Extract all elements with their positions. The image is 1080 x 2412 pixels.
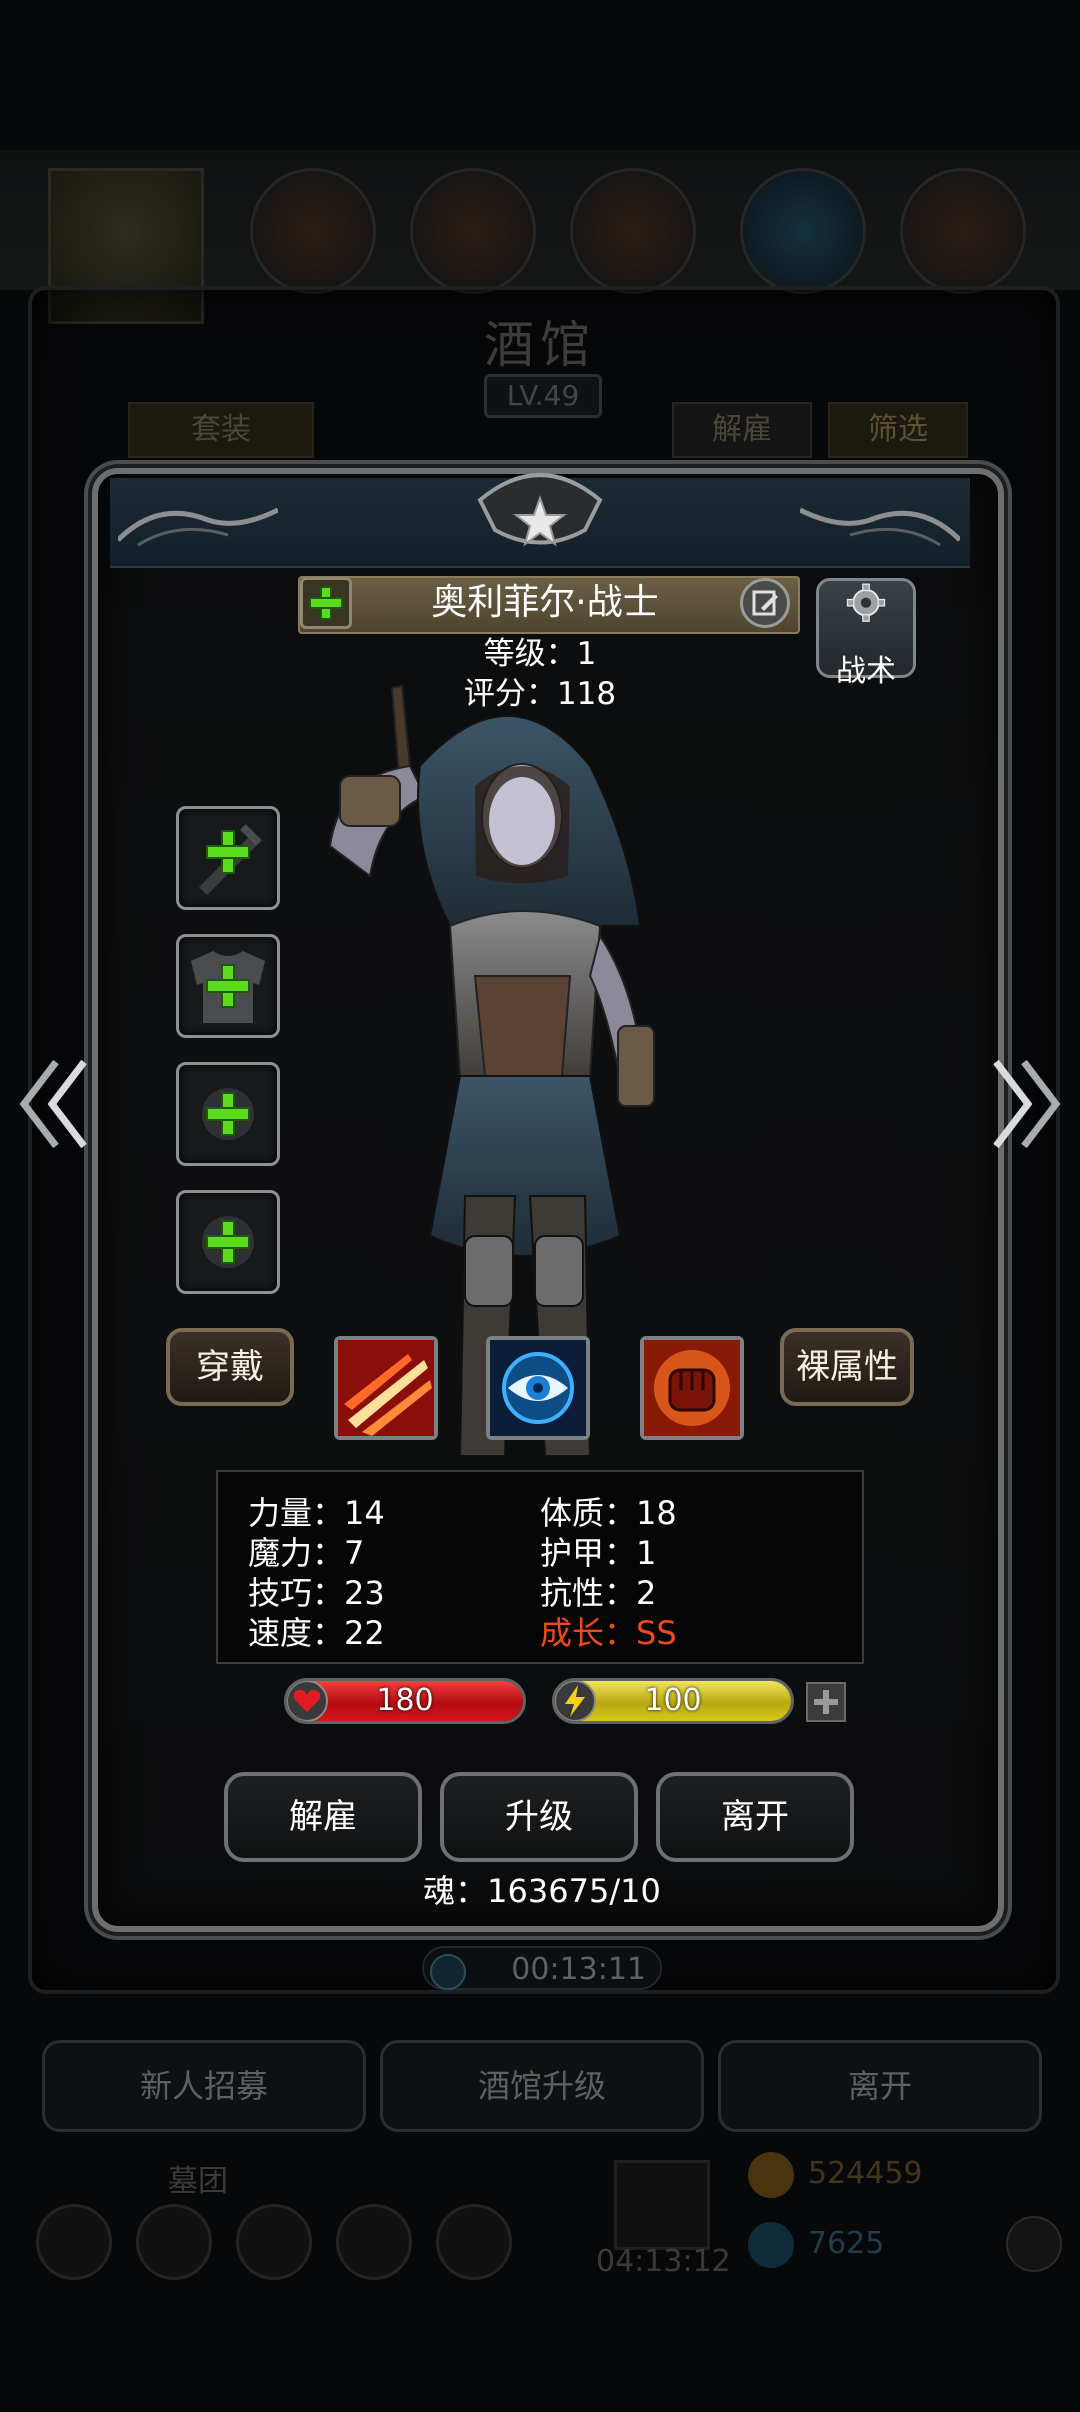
add-energy-button[interactable] (806, 1682, 846, 1722)
energy-bar: 100 (552, 1678, 794, 1724)
weapon-slot[interactable] (176, 806, 280, 910)
weapon-slot-icon (199, 824, 262, 895)
stat-speed: 速度：22 (248, 1614, 385, 1652)
add-icon (1006, 2216, 1062, 2272)
soul-counter: 魂：163675/10 (423, 1872, 661, 1910)
next-hero-arrow-icon[interactable] (988, 1054, 1068, 1154)
armor-slot-icon (191, 951, 265, 1023)
plus-icon (814, 1690, 838, 1714)
nav-icon (136, 2204, 212, 2280)
skill-fist[interactable] (640, 1336, 744, 1440)
accessory-slot-icon (202, 1088, 254, 1140)
recruit-button: 新人招募 (42, 2040, 366, 2132)
stat-growth: 成长：SS (540, 1614, 677, 1652)
hero-name: 奥利菲尔·战士 (431, 582, 659, 623)
tavern-level: LV.49 (484, 374, 602, 418)
add-button[interactable] (300, 577, 352, 629)
hp-value: 180 (376, 1683, 434, 1718)
nav-icon (336, 2204, 412, 2280)
nav-icon (236, 2204, 312, 2280)
star-icon (513, 494, 567, 547)
gem-icon (748, 2222, 794, 2268)
resource-icon (250, 168, 376, 294)
gift-icon (614, 2160, 710, 2250)
dismiss-button[interactable]: 解雇 (224, 1772, 422, 1862)
gold-icon (748, 2152, 794, 2198)
tavern-title: 酒馆 (484, 316, 596, 374)
energy-value: 100 (644, 1683, 702, 1718)
hp-bar: 180 (284, 1678, 526, 1724)
tavern-upgrade-button: 酒馆升级 (380, 2040, 704, 2132)
edit-icon (752, 590, 778, 616)
skill-slash[interactable] (334, 1336, 438, 1440)
slash-skill-icon (338, 1340, 434, 1436)
gem-amount: 7625 (808, 2226, 885, 2261)
eye-skill-icon (490, 1340, 586, 1436)
ornament-right (800, 507, 960, 547)
skill-eye[interactable] (486, 1336, 590, 1440)
fist-skill-icon (644, 1340, 740, 1436)
accessory-slot-2[interactable] (176, 1190, 280, 1294)
resource-icon (570, 168, 696, 294)
gift-timer: 04:13:12 (596, 2244, 731, 2279)
clock-icon (430, 1954, 466, 1990)
nav-icon (436, 2204, 512, 2280)
upgrade-button[interactable]: 升级 (440, 1772, 638, 1862)
tab-filter: 筛选 (828, 402, 968, 458)
resource-icon (740, 168, 866, 294)
tactic-label: 战术 (836, 654, 896, 689)
tab-set: 套装 (128, 402, 314, 458)
rename-button[interactable] (740, 578, 790, 628)
armor-slot[interactable] (176, 934, 280, 1038)
background-leave-button: 离开 (718, 2040, 1042, 2132)
nav-icon (36, 2204, 112, 2280)
previous-hero-arrow-icon[interactable] (12, 1054, 92, 1154)
leave-button[interactable]: 离开 (656, 1772, 854, 1862)
gear-icon (846, 583, 886, 622)
gold-amount: 524459 (808, 2156, 923, 2191)
tab-dismiss: 解雇 (672, 402, 812, 458)
refresh-timer: 00:13:11 (422, 1946, 662, 1990)
accessory-slot-1[interactable] (176, 1062, 280, 1166)
resource-icon (900, 168, 1026, 294)
accessory-slot-icon (202, 1216, 254, 1268)
base-attributes-button[interactable]: 裸属性 (780, 1328, 914, 1406)
guild-label: 墓团 (168, 2164, 228, 2199)
timer-text: 00:13:11 (511, 1952, 646, 1987)
resource-icon (410, 168, 536, 294)
wear-button[interactable]: 穿戴 (166, 1328, 294, 1406)
plus-icon (309, 586, 343, 620)
hero-level: 等级：1 (483, 636, 597, 672)
ornament-left (118, 507, 278, 547)
